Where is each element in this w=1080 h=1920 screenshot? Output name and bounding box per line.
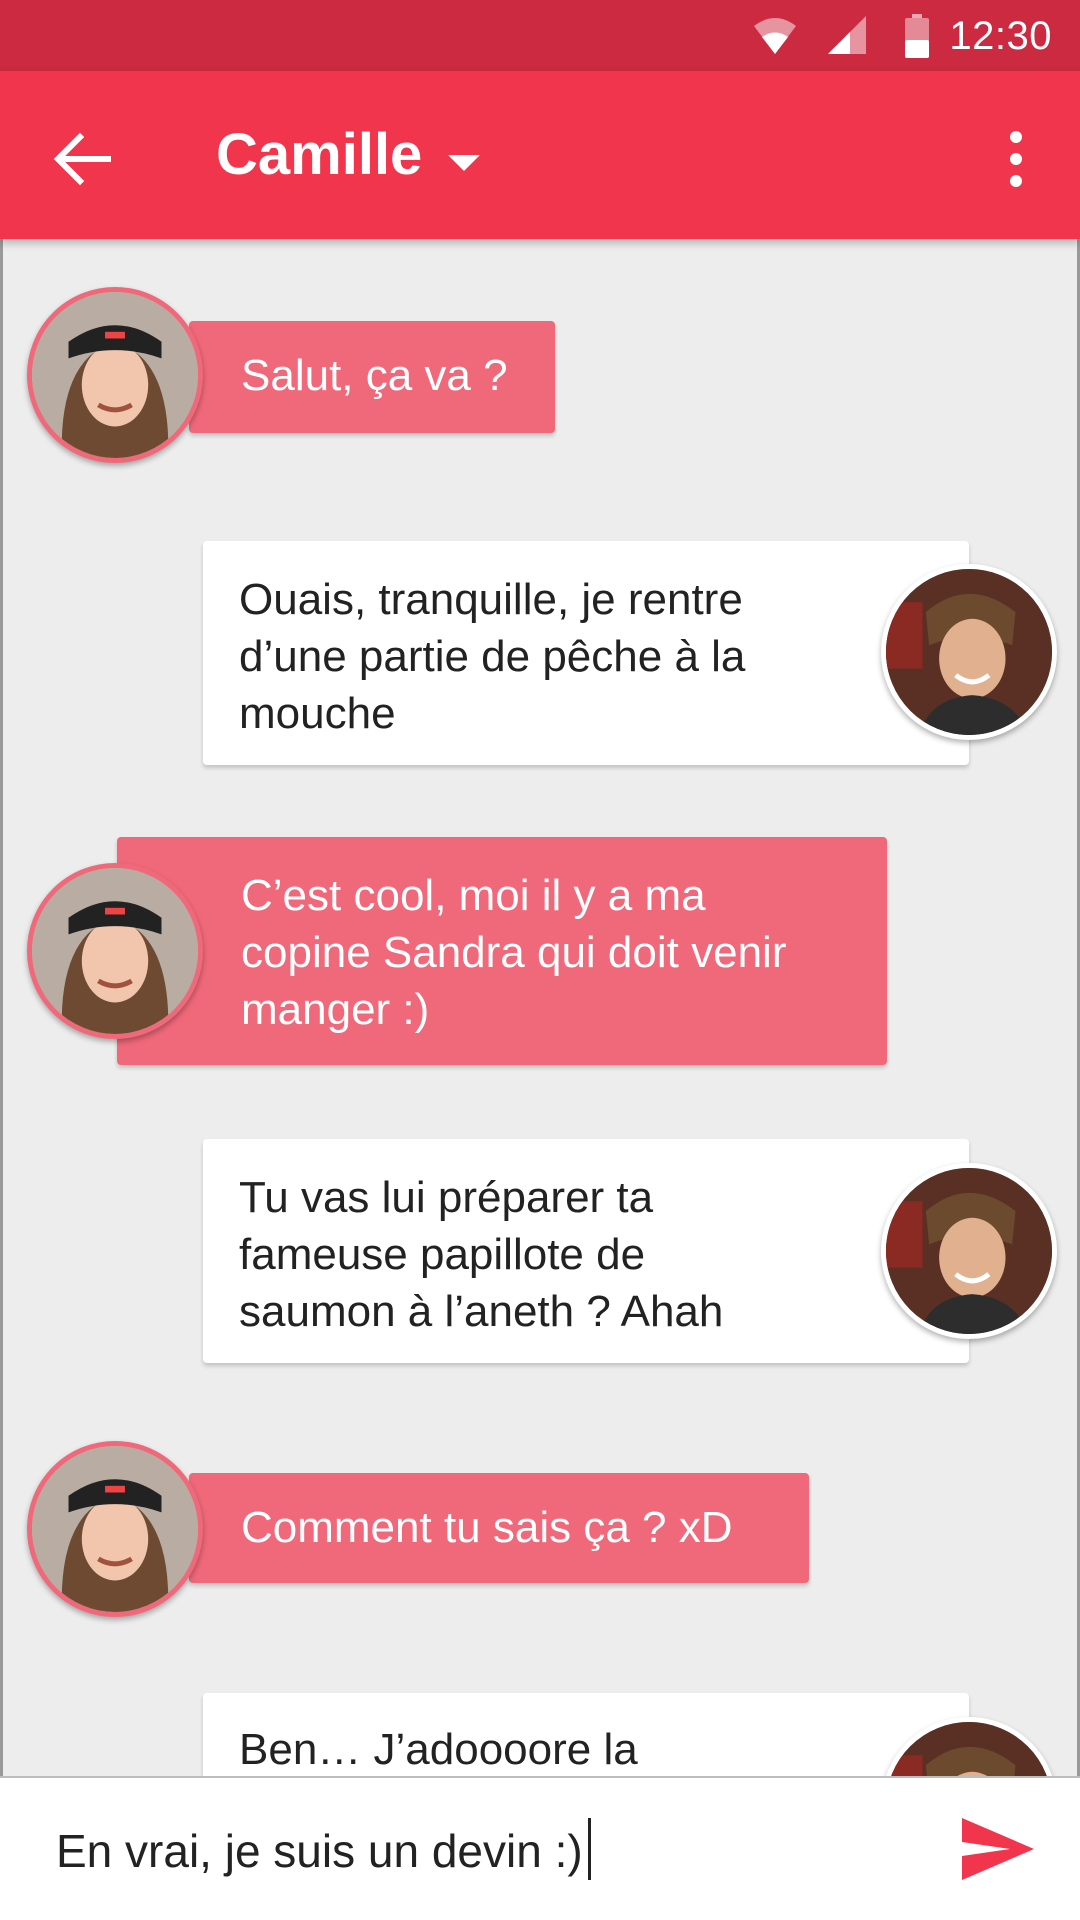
wifi-icon [754, 18, 796, 54]
message-composer [0, 1776, 1080, 1920]
message-text: Salut, ça va ? [241, 351, 508, 400]
app-bar: Camille [0, 71, 1080, 239]
message-text: Ben… J’adoooore la [239, 1725, 638, 1774]
avatar-me-image [886, 569, 1052, 735]
battery-icon [905, 14, 929, 58]
avatar-me[interactable] [881, 1163, 1057, 1339]
message-text: d’une partie de pêche à la [239, 632, 746, 681]
avatar-me-image [886, 1168, 1052, 1334]
avatar-me[interactable] [881, 564, 1057, 740]
message-text: Comment tu sais ça ? xD [241, 1503, 733, 1552]
conversation-title[interactable]: Camille [216, 121, 422, 188]
back-arrow-icon[interactable] [50, 127, 114, 191]
avatar-camille[interactable] [27, 287, 203, 463]
status-bar: 12:30 [0, 0, 1080, 71]
avatar-camille[interactable] [27, 863, 203, 1039]
message-text: copine Sandra qui doit venir [241, 928, 787, 977]
send-icon[interactable] [960, 1816, 1036, 1882]
message-bubble-outgoing[interactable]: Tu vas lui préparer ta fameuse papillote… [203, 1139, 969, 1363]
message-text: mouche [239, 689, 396, 738]
avatar-camille-image [32, 1446, 198, 1612]
avatar-camille[interactable] [27, 1441, 203, 1617]
message-text: fameuse papillote de [239, 1230, 646, 1279]
message-bubble-outgoing[interactable]: Ben… J’adoooore la [203, 1693, 969, 1776]
message-text: manger :) [241, 985, 430, 1034]
status-time: 12:30 [949, 14, 1052, 58]
avatar-camille-image [32, 868, 198, 1034]
message-input[interactable] [56, 1816, 916, 1886]
more-vert-icon[interactable] [992, 127, 1040, 191]
message-bubble-incoming[interactable]: Comment tu sais ça ? xD [189, 1473, 809, 1583]
message-list[interactable]: Salut, ça va ? Ouais, tranquille, je ren… [0, 239, 1080, 1776]
message-text: saumon à l’aneth ? Ahah [239, 1287, 724, 1336]
message-bubble-incoming[interactable]: C’est cool, moi il y a ma copine Sandra … [117, 837, 887, 1065]
message-text: Tu vas lui préparer ta [239, 1173, 654, 1222]
message-text: Ouais, tranquille, je rentre [239, 575, 743, 624]
message-text: C’est cool, moi il y a ma [241, 871, 706, 920]
signal-icon [828, 16, 866, 54]
caret-down-icon[interactable] [448, 151, 480, 173]
avatar-camille-image [32, 292, 198, 458]
message-bubble-incoming[interactable]: Salut, ça va ? [189, 321, 555, 433]
text-cursor [588, 1818, 591, 1880]
message-bubble-outgoing[interactable]: Ouais, tranquille, je rentre d’une parti… [203, 541, 969, 765]
